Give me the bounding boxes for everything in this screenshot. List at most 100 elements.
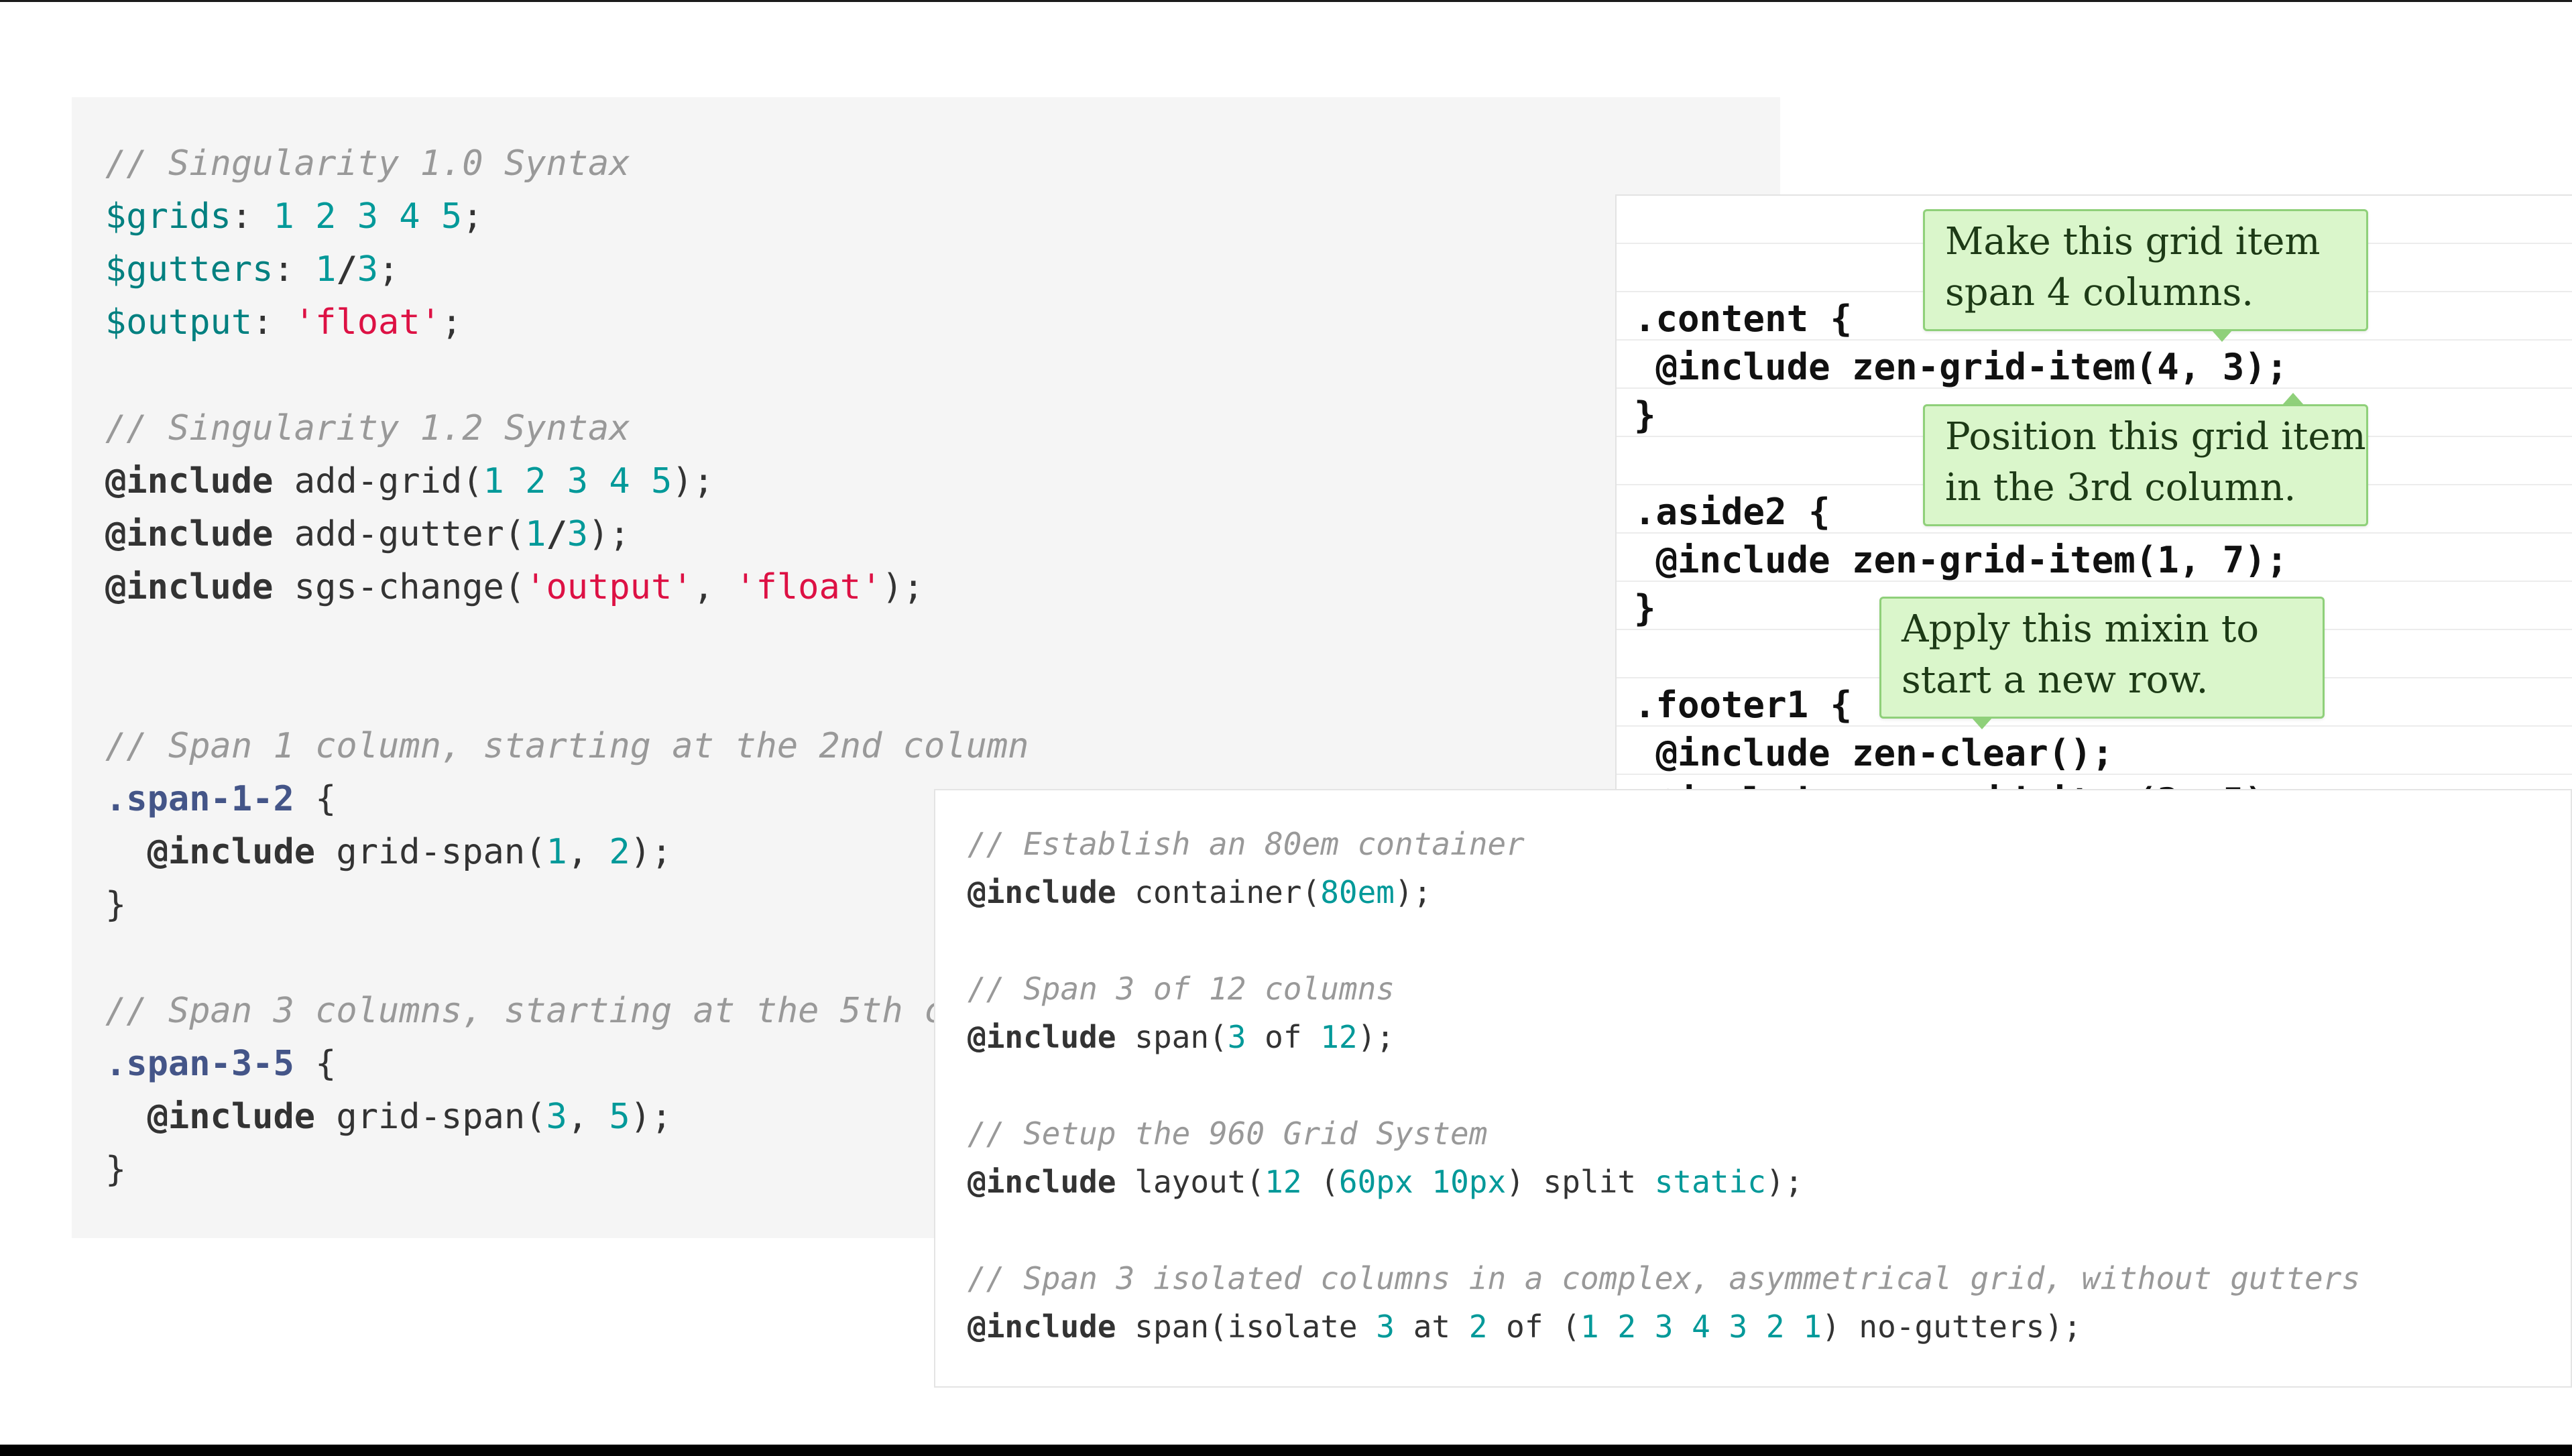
- code-line: @include span(3 of 12);: [968, 1013, 2360, 1061]
- code-line: ​: [968, 916, 2360, 965]
- code-token: }: [105, 1150, 127, 1190]
- code-token: @include: [968, 1019, 1116, 1055]
- code-token: (: [1301, 1164, 1339, 1200]
- callout-span-columns: Make this grid item span 4 columns.: [1923, 209, 2368, 331]
- code-token: of (: [1487, 1309, 1580, 1345]
- code-token: }: [105, 885, 127, 925]
- code-line: $output: 'float';: [105, 296, 1029, 349]
- code-line: @include sgs-change('output', 'float');: [105, 561, 1029, 614]
- code-token: 12: [1320, 1019, 1358, 1055]
- code-token: );: [882, 567, 924, 607]
- code-token: 1 2 3 4 5: [273, 196, 463, 237]
- code-line: // Setup the 960 Grid System: [968, 1109, 2360, 1158]
- callout-new-row: Apply this mixin to start a new row.: [1879, 597, 2325, 719]
- code-line: ​: [105, 667, 1029, 720]
- code-token: .span-3-5: [105, 1044, 294, 1084]
- code-token: );: [630, 832, 673, 872]
- code-token: @include: [105, 461, 274, 501]
- code-token: sgs-change(: [273, 567, 526, 607]
- code-token: 10px: [1431, 1164, 1507, 1200]
- code-line: }: [105, 1144, 1029, 1197]
- callout-line: Apply this mixin to: [1902, 607, 2260, 651]
- susy-code-block: // Establish an 80em container @include c…: [968, 820, 2360, 1351]
- code-line: // Span 1 column, starting at the 2nd co…: [105, 720, 1029, 773]
- code-token: add-gutter(: [273, 514, 526, 554]
- code-token: 3: [567, 514, 589, 554]
- code-token: span(isolate: [1116, 1309, 1377, 1345]
- bottom-bar: [0, 1445, 2572, 1456]
- code-token: // Span 3 of 12 columns: [968, 971, 1395, 1007]
- code-token: ,: [567, 832, 609, 872]
- code-line: @include grid-span(3, 5);: [105, 1091, 1029, 1144]
- code-token: 60px: [1338, 1164, 1413, 1200]
- code-token: );: [672, 461, 714, 501]
- code-token: // Span 3 columns, starting at the 5th c…: [105, 991, 966, 1031]
- code-token: );: [1357, 1019, 1395, 1055]
- code-token: 1 2 3 4 5: [483, 461, 673, 501]
- code-token: static: [1654, 1164, 1766, 1200]
- code-token: @include: [968, 1309, 1116, 1345]
- code-line: $grids: 1 2 3 4 5;: [105, 190, 1029, 243]
- code-line: .span-3-5 {: [105, 1038, 1029, 1091]
- callout-line: Position this grid item: [1945, 415, 2366, 459]
- code-token: // Span 3 isolated columns in a complex,…: [968, 1260, 2361, 1296]
- code-line: // Singularity 1.0 Syntax: [105, 137, 1029, 190]
- code-token: span(: [1116, 1019, 1228, 1055]
- code-token: ,: [693, 567, 736, 607]
- top-border: [0, 0, 2572, 2]
- code-line: @include zen-grid-item(4, 3);: [1634, 346, 2288, 388]
- code-token: @include: [147, 1097, 316, 1137]
- code-line: @include layout(12 (60px 10px) split sta…: [968, 1158, 2360, 1206]
- code-token: 'float': [735, 567, 882, 607]
- callout-line: start a new row.: [1902, 658, 2209, 702]
- code-token: layout(: [1116, 1164, 1265, 1200]
- callout-pointer: [1971, 717, 1993, 729]
- code-token: // Span 1 column, starting at the 2nd co…: [105, 726, 1029, 766]
- code-token: 1 2 3 4 3 2 1: [1580, 1309, 1822, 1345]
- code-token: /: [546, 514, 567, 554]
- code-token: $gutters: [105, 249, 274, 290]
- code-line: // Establish an 80em container: [968, 820, 2360, 868]
- callout-position-column: Position this grid item in the 3rd colum…: [1923, 404, 2368, 526]
- code-token: grid-span(: [315, 1097, 546, 1137]
- code-line: ​: [968, 1206, 2360, 1254]
- callout-line: Make this grid item: [1945, 220, 2321, 263]
- code-token: container(: [1116, 874, 1321, 910]
- code-token: of: [1246, 1019, 1321, 1055]
- code-token: ,: [567, 1097, 609, 1137]
- code-token: ;: [462, 196, 483, 237]
- code-line: ​: [105, 349, 1029, 402]
- code-token: @include: [147, 832, 316, 872]
- code-token: add-grid(: [273, 461, 483, 501]
- code-token: $output: [105, 302, 253, 343]
- code-line: @include span(isolate 3 at 2 of (1 2 3 4…: [968, 1302, 2360, 1351]
- code-token: grid-span(: [315, 832, 546, 872]
- code-token: );: [630, 1097, 673, 1137]
- code-line: ​: [968, 1061, 2360, 1109]
- code-token: );: [588, 514, 630, 554]
- code-token: @include: [968, 1164, 1116, 1200]
- code-token: @include: [105, 514, 274, 554]
- code-token: 3: [1227, 1019, 1246, 1055]
- code-token: at: [1395, 1309, 1469, 1345]
- code-token: /: [336, 249, 357, 290]
- code-token: $grids: [105, 196, 231, 237]
- callout-pointer: [2282, 393, 2304, 405]
- code-token: );: [1394, 874, 1432, 910]
- code-token: @include: [968, 874, 1116, 910]
- code-token: .span-1-2: [105, 779, 294, 819]
- code-line: @include add-gutter(1/3);: [105, 508, 1029, 561]
- code-token: {: [294, 779, 337, 819]
- code-token: :: [231, 196, 274, 237]
- code-line: @include add-grid(1 2 3 4 5);: [105, 455, 1029, 508]
- code-line: $gutters: 1/3;: [105, 243, 1029, 296]
- code-token: 1: [546, 832, 567, 872]
- code-token: ;: [441, 302, 463, 343]
- code-token: );: [1765, 1164, 1804, 1200]
- code-line: @include container(80em);: [968, 868, 2360, 916]
- code-token: 2: [609, 832, 630, 872]
- code-line: // Singularity 1.2 Syntax: [105, 402, 1029, 455]
